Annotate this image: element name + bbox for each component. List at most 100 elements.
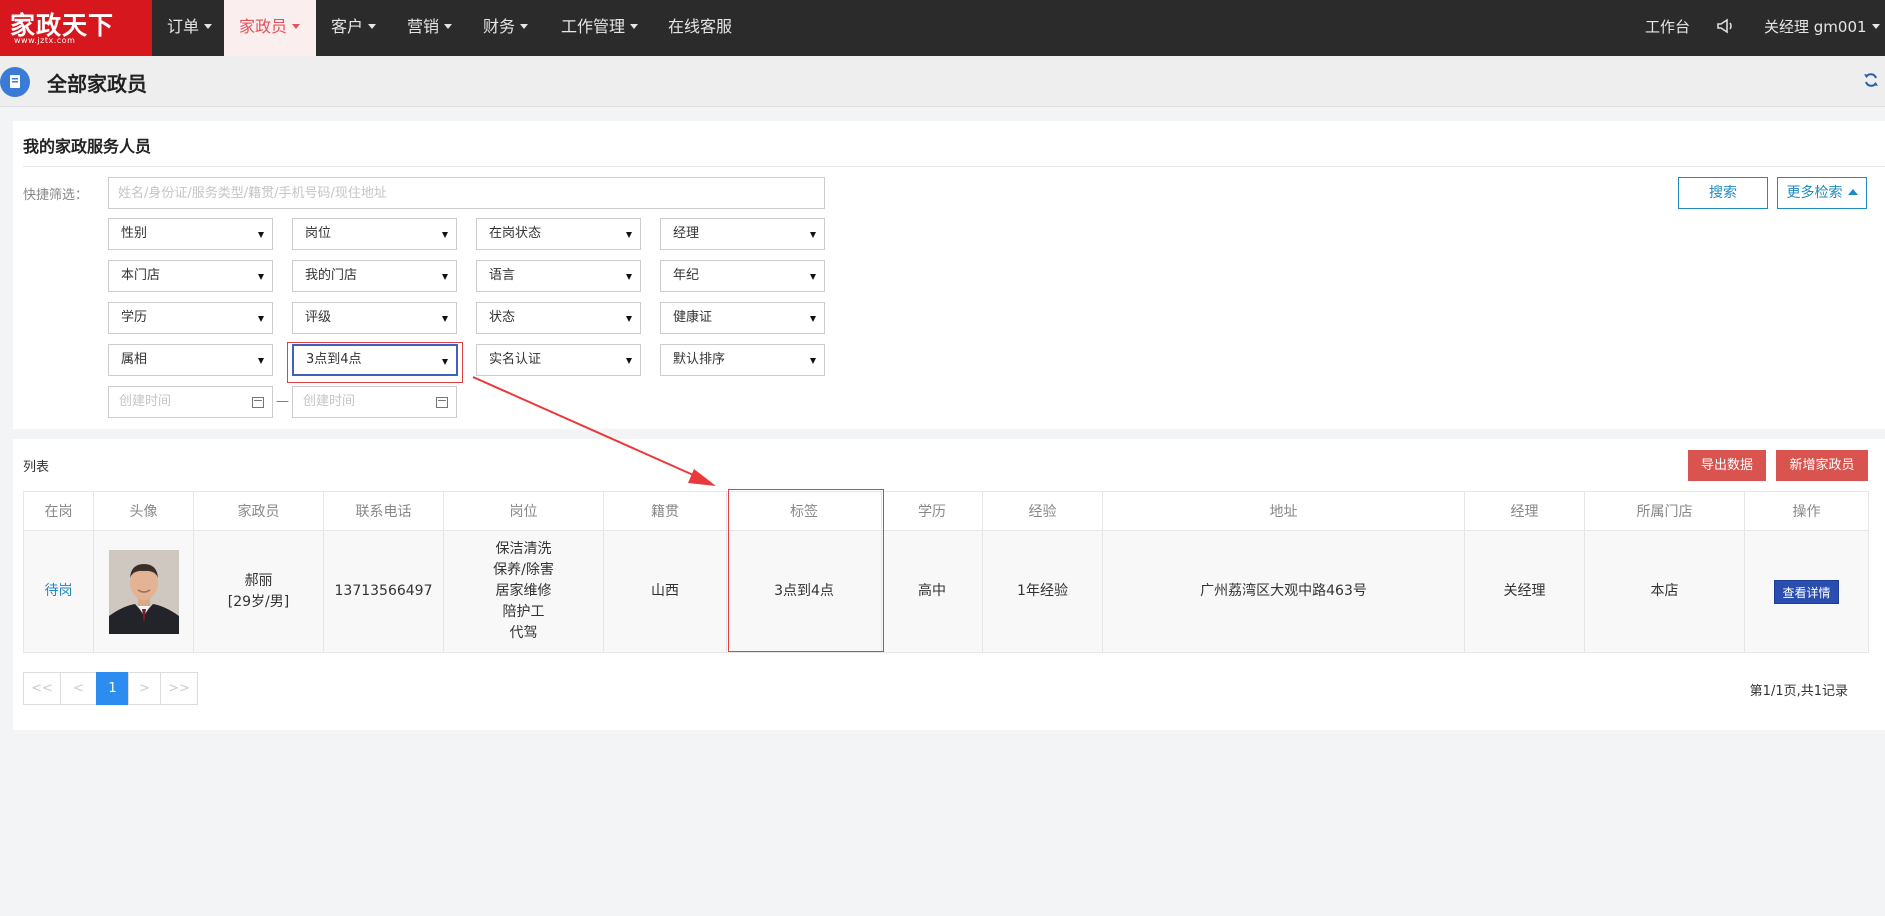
column-header[interactable]: 在岗 [23,491,94,531]
column-header[interactable]: 岗位 [443,491,604,531]
page-last-button[interactable]: >> [160,672,198,705]
select-rating[interactable]: 评级 [292,302,457,334]
megaphone-icon[interactable] [1716,0,1736,56]
nav-item-finance[interactable]: 财务 [468,0,540,56]
book-icon [0,67,30,97]
avatar[interactable] [108,549,179,634]
column-header[interactable]: 地址 [1102,491,1465,531]
brand-logo[interactable]: 家政天下 www.jztx.com [0,0,152,56]
nav-item-housekeepers[interactable]: 家政员 [224,0,316,56]
select-this-store[interactable]: 本门店 [108,260,273,292]
column-header[interactable]: 家政员 [193,491,324,531]
refresh-icon[interactable] [1863,72,1879,88]
column-header[interactable]: 操作 [1744,491,1869,531]
nav-label: 家政员 [239,17,288,36]
select-position[interactable]: 岗位 [292,218,457,250]
select-zodiac[interactable]: 属相 [108,344,273,376]
table-row: 待岗 郝丽[29岁/男] 13713566497 保洁清洗 保养/除害 居家维修… [23,530,1869,653]
select-value: 评级 [305,310,332,325]
view-details-button[interactable]: 查看详情 [1774,579,1839,604]
more-search-label: 更多检索 [1786,185,1843,201]
page-next-button[interactable]: > [128,672,161,705]
dropdown-arrow-icon [258,232,264,238]
chevron-down-icon [292,24,301,29]
select-age[interactable]: 年纪 [660,260,825,292]
housekeeper-name: 郝丽 [244,572,273,589]
date-placeholder: 创建时间 [119,394,172,409]
dropdown-arrow-icon [442,232,448,238]
nav-item-marketing[interactable]: 营销 [392,0,464,56]
more-search-button[interactable]: 更多检索 [1777,177,1867,209]
select-manager[interactable]: 经理 [660,218,825,250]
export-data-button[interactable]: 导出数据 [1688,450,1766,481]
column-header[interactable]: 经理 [1464,491,1585,531]
nav-label: 营销 [407,17,440,36]
select-value: 经理 [673,226,700,241]
housekeeper-age-gender: [29岁/男] [227,593,290,610]
page-prev-button[interactable]: < [60,672,97,705]
select-my-store[interactable]: 我的门店 [292,260,457,292]
nav-item-orders[interactable]: 订单 [152,0,224,56]
select-language[interactable]: 语言 [476,260,641,292]
select-real-name-auth[interactable]: 实名认证 [476,344,641,376]
annotation-highlight-box [728,489,884,652]
column-header[interactable]: 联系电话 [323,491,444,531]
select-time-tag[interactable]: 3点到4点 [292,344,458,376]
nav-item-customers[interactable]: 客户 [316,0,388,56]
calendar-icon [436,397,448,408]
dropdown-arrow-icon [258,316,264,322]
select-value: 语言 [489,268,516,283]
filter-panel: 我的家政服务人员 快捷筛选： 性别 岗位 在岗状态 经理 本门店 我的门店 语言… [13,121,1885,429]
quick-filter-input[interactable] [108,177,825,209]
column-header[interactable]: 学历 [881,491,983,531]
position-item: 代驾 [509,625,538,641]
experience-cell: 1年经验 [982,530,1103,653]
select-value: 岗位 [305,226,332,241]
nav-label: 工作管理 [561,17,626,36]
select-gender[interactable]: 性别 [108,218,273,250]
select-health-cert[interactable]: 健康证 [660,302,825,334]
date-placeholder: 创建时间 [303,394,356,409]
date-to-input[interactable]: 创建时间 [292,386,457,418]
page-first-button[interactable]: << [23,672,61,705]
housekeeper-table: 在岗 头像 家政员 联系电话 岗位 籍贯 标签 学历 经验 地址 经理 所属门店… [23,491,1869,653]
top-navbar: 家政天下 www.jztx.com 订单 家政员 客户 营销 财务 工作管理 在… [0,0,1885,56]
duty-status-link[interactable]: 待岗 [45,583,73,599]
column-header[interactable]: 经验 [982,491,1103,531]
select-sort-order[interactable]: 默认排序 [660,344,825,376]
select-value: 性别 [121,226,148,241]
manager-cell: 关经理 [1464,530,1585,653]
address-cell: 广州荔湾区大观中路463号 [1102,530,1465,653]
quick-filter-label: 快捷筛选： [23,188,89,203]
select-value: 默认排序 [673,352,726,367]
chevron-down-icon [630,24,639,29]
logo-subtext: www.jztx.com [14,36,76,45]
dropdown-arrow-icon [810,232,816,238]
add-housekeeper-button[interactable]: 新增家政员 [1776,450,1868,481]
search-button[interactable]: 搜索 [1678,177,1768,209]
dropdown-arrow-icon [626,232,632,238]
user-menu[interactable]: 关经理 gm001 [1764,0,1880,56]
chevron-down-icon [444,24,453,29]
nav-workbench[interactable]: 工作台 [1645,0,1690,56]
select-value: 年纪 [673,268,700,283]
page-header: 全部家政员 [0,56,1885,107]
select-duty-status[interactable]: 在岗状态 [476,218,641,250]
nav-item-online-service[interactable]: 在线客服 [656,0,756,56]
list-title: 列表 [23,460,50,475]
nav-item-work-management[interactable]: 工作管理 [546,0,646,56]
select-value: 健康证 [673,310,713,325]
select-education[interactable]: 学历 [108,302,273,334]
select-value: 属相 [121,352,148,367]
caret-up-icon [1847,189,1858,195]
page-info: 第1/1页,共1记录 [1749,684,1848,699]
column-header[interactable]: 籍贯 [603,491,727,531]
page-title: 全部家政员 [47,72,147,96]
user-name: 关经理 gm001 [1764,18,1867,36]
page-number-current[interactable]: 1 [96,672,129,705]
date-from-input[interactable]: 创建时间 [108,386,273,418]
nav-label: 客户 [331,17,364,36]
select-status[interactable]: 状态 [476,302,641,334]
column-header[interactable]: 头像 [93,491,194,531]
column-header[interactable]: 所属门店 [1584,491,1745,531]
